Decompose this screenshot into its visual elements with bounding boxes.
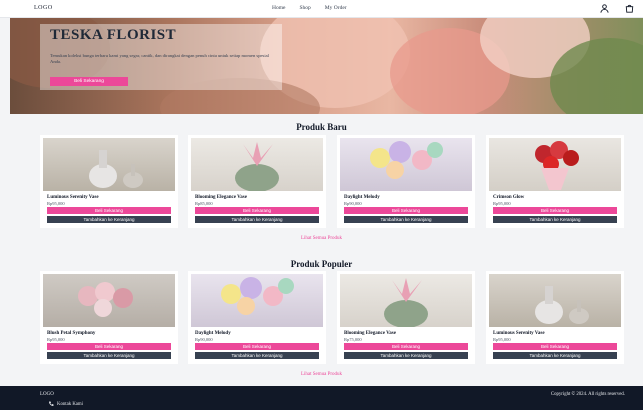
product-card: Blooming Elegance Vase Rp75,000 Beli Sek…: [337, 271, 475, 364]
buy-now-button[interactable]: Beli Sekarang: [344, 207, 468, 214]
product-card: Luminous Serenity Vase Rp95,000 Beli Sek…: [40, 135, 178, 228]
hero-description: Temukan koleksi bunga terbaru kami yang …: [50, 53, 269, 64]
add-to-cart-button[interactable]: Tambahkan ke Keranjang: [493, 216, 617, 223]
product-image[interactable]: [43, 274, 175, 327]
footer-logo[interactable]: LOGO: [40, 392, 54, 397]
product-name: Crimson Glow: [493, 195, 525, 200]
product-price: Rp75,000: [344, 337, 362, 342]
product-name: Daylight Melody: [195, 331, 231, 336]
product-price: Rp95,000: [493, 201, 511, 206]
product-name: Blush Petal Symphony: [47, 331, 96, 336]
nav-link-shop[interactable]: Shop: [299, 5, 310, 11]
product-name: Blooming Elegance Vase: [195, 195, 247, 200]
buy-now-button[interactable]: Beli Sekarang: [344, 343, 468, 350]
product-image[interactable]: [191, 138, 323, 191]
add-to-cart-button[interactable]: Tambahkan ke Keranjang: [195, 352, 319, 359]
product-name: Daylight Melody: [344, 195, 380, 200]
product-card: Blush Petal Symphony Rp95,000 Beli Sekar…: [40, 271, 178, 364]
footer: LOGO Kontak Kami Copyright © 2024. All r…: [0, 386, 643, 410]
product-card: Blooming Elegance Vase Rp85,000 Beli Sek…: [188, 135, 326, 228]
product-name: Luminous Serenity Vase: [493, 331, 545, 336]
see-all-products-link-popular[interactable]: Lihat Semua Produk: [0, 372, 643, 377]
product-price: Rp95,000: [47, 201, 65, 206]
hero-buy-button[interactable]: Beli Sekarang: [50, 77, 128, 86]
product-card: Crimson Glow Rp95,000 Beli Sekarang Tamb…: [486, 135, 624, 228]
hero-title: TESKA FLORIST: [50, 27, 177, 43]
add-to-cart-button[interactable]: Tambahkan ke Keranjang: [344, 216, 468, 223]
footer-copyright: Copyright © 2024. All rights reserved.: [550, 392, 625, 397]
product-name: Luminous Serenity Vase: [47, 195, 99, 200]
product-card: Daylight Melody Rp90,000 Beli Sekarang T…: [188, 271, 326, 364]
product-image[interactable]: [191, 274, 323, 327]
product-image[interactable]: [489, 274, 621, 327]
footer-contact-label: Kontak Kami: [57, 401, 83, 407]
see-all-products-link-new[interactable]: Lihat Semua Produk: [0, 236, 643, 241]
product-card: Luminous Serenity Vase Rp95,000 Beli Sek…: [486, 271, 624, 364]
add-to-cart-button[interactable]: Tambahkan ke Keranjang: [47, 216, 171, 223]
footer-contact-link[interactable]: Kontak Kami: [48, 401, 83, 407]
add-to-cart-button[interactable]: Tambahkan ke Keranjang: [493, 352, 617, 359]
product-price: Rp90,000: [344, 201, 362, 206]
nav-link-home[interactable]: Home: [272, 5, 285, 11]
product-price: Rp95,000: [47, 337, 65, 342]
add-to-cart-button[interactable]: Tambahkan ke Keranjang: [195, 216, 319, 223]
product-price: Rp90,000: [195, 337, 213, 342]
nav-logo[interactable]: LOGO: [34, 5, 53, 11]
product-image[interactable]: [340, 274, 472, 327]
buy-now-button[interactable]: Beli Sekarang: [195, 207, 319, 214]
buy-now-button[interactable]: Beli Sekarang: [493, 343, 617, 350]
product-image[interactable]: [489, 138, 621, 191]
product-card: Daylight Melody Rp90,000 Beli Sekarang T…: [337, 135, 475, 228]
buy-now-button[interactable]: Beli Sekarang: [195, 343, 319, 350]
product-price: Rp95,000: [493, 337, 511, 342]
cart-icon[interactable]: [624, 3, 635, 14]
add-to-cart-button[interactable]: Tambahkan ke Keranjang: [344, 352, 468, 359]
nav-menu: Home Shop My Order: [272, 5, 347, 11]
top-navbar: LOGO Home Shop My Order: [0, 0, 643, 18]
section-title-new: Produk Baru: [296, 122, 347, 132]
phone-icon: [49, 401, 54, 406]
nav-link-my-order[interactable]: My Order: [325, 5, 347, 11]
user-icon[interactable]: [599, 3, 610, 14]
buy-now-button[interactable]: Beli Sekarang: [47, 343, 171, 350]
buy-now-button[interactable]: Beli Sekarang: [493, 207, 617, 214]
product-name: Blooming Elegance Vase: [344, 331, 396, 336]
product-image[interactable]: [43, 138, 175, 191]
product-image[interactable]: [340, 138, 472, 191]
buy-now-button[interactable]: Beli Sekarang: [47, 207, 171, 214]
product-price: Rp85,000: [195, 201, 213, 206]
nav-icons: [599, 3, 635, 14]
section-title-popular: Produk Populer: [290, 259, 353, 269]
add-to-cart-button[interactable]: Tambahkan ke Keranjang: [47, 352, 171, 359]
